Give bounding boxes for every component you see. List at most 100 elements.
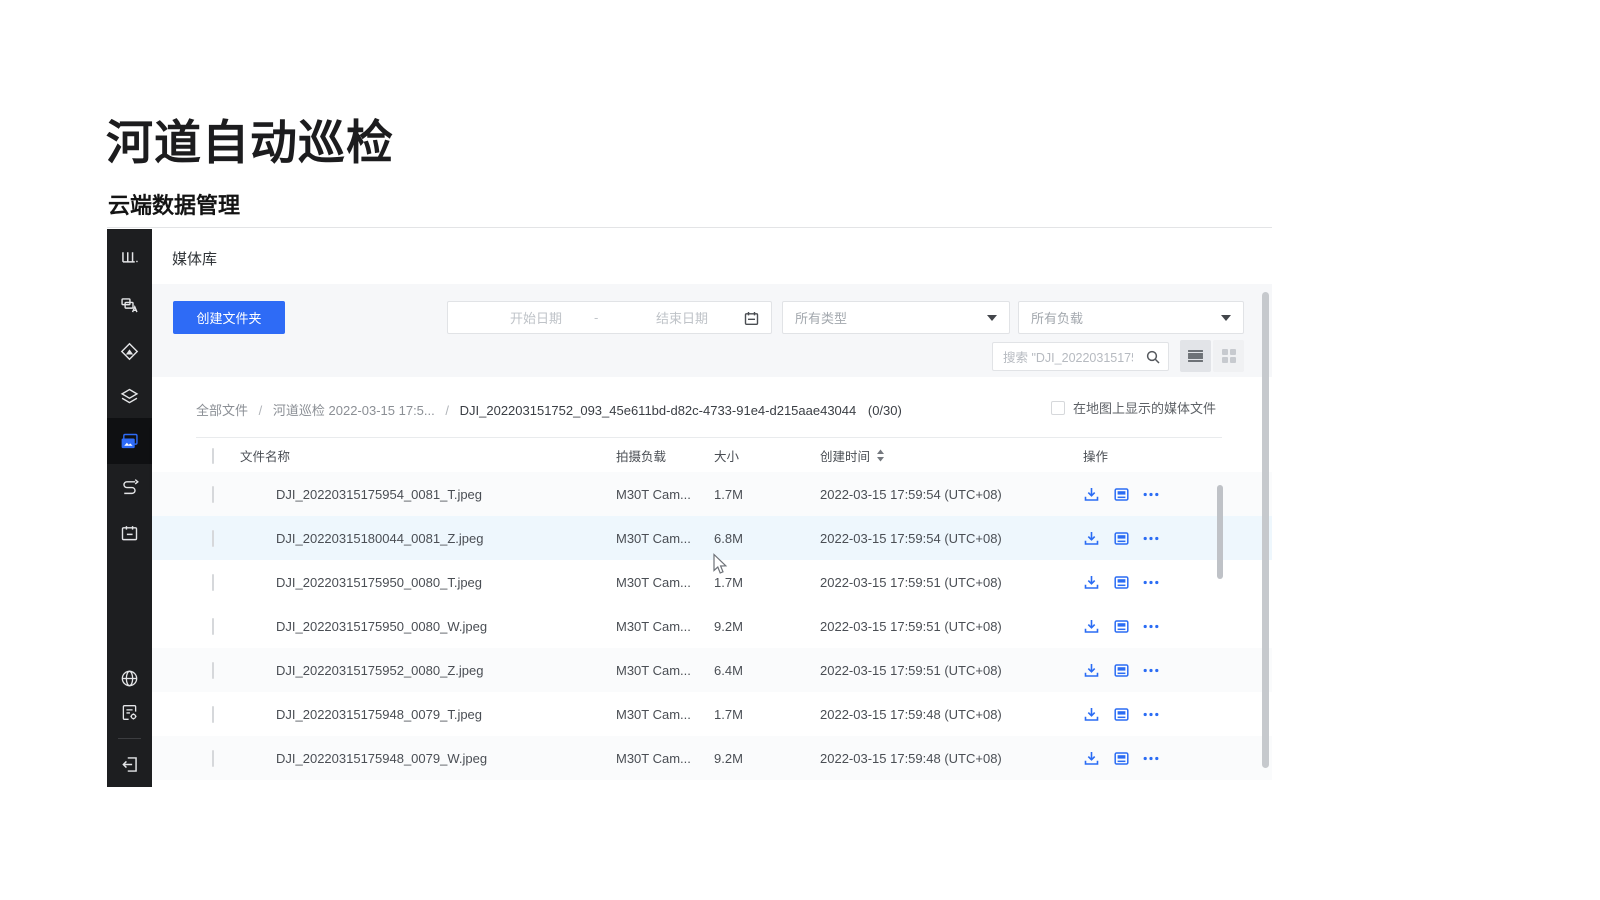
table-scrollbar-thumb[interactable] (1217, 485, 1223, 579)
sidebar-item-workspace[interactable] (107, 234, 152, 280)
search-input[interactable]: 搜索 "DJI_20220315175... (992, 342, 1169, 371)
row-checkbox[interactable] (212, 706, 214, 723)
map-media-icon (1113, 574, 1130, 591)
row-checkbox[interactable] (212, 750, 214, 767)
table-row[interactable]: DJI_20220315175948_0079_T.jpeg M30T Cam.… (152, 692, 1272, 736)
map-filter-label: 在地图上显示的媒体文件 (1073, 398, 1216, 417)
file-created: 2022-03-15 17:59:51 (UTC+08) (820, 663, 1068, 678)
more-actions-button[interactable] (1143, 580, 1159, 585)
create-folder-button[interactable]: 创建文件夹 (173, 301, 285, 334)
payload-filter-select[interactable]: 所有负载 (1018, 301, 1244, 334)
file-created: 2022-03-15 17:59:54 (UTC+08) (820, 531, 1068, 546)
date-separator: - (594, 310, 598, 325)
show-on-map-button[interactable] (1113, 706, 1130, 723)
more-actions-button[interactable] (1143, 536, 1159, 541)
file-created: 2022-03-15 17:59:51 (UTC+08) (820, 575, 1068, 590)
download-icon (1083, 618, 1100, 635)
table-row[interactable]: DJI_20220315175952_0080_Z.jpeg M30T Cam.… (152, 648, 1272, 692)
download-icon (1083, 662, 1100, 679)
download-button[interactable] (1083, 662, 1100, 679)
select-all-checkbox[interactable] (212, 448, 214, 464)
file-name: DJI_20220315175952_0080_Z.jpeg (276, 663, 616, 678)
map-media-icon (1113, 530, 1130, 547)
row-checkbox[interactable] (212, 530, 214, 547)
search-placeholder: 搜索 "DJI_20220315175... (993, 347, 1133, 366)
sidebar-item-layers[interactable] (107, 373, 152, 419)
view-toggle-group (1180, 340, 1244, 372)
logout-icon (119, 754, 140, 775)
table-row[interactable]: DJI_20220315175954_0081_T.jpeg M30T Cam.… (152, 472, 1272, 516)
table-row[interactable]: DJI_20220315175948_0079_W.jpeg M30T Cam.… (152, 736, 1272, 780)
show-on-map-button[interactable] (1113, 530, 1130, 547)
show-on-map-button[interactable] (1113, 574, 1130, 591)
download-button[interactable] (1083, 706, 1100, 723)
grid-view-icon (1222, 349, 1236, 363)
more-actions-button[interactable] (1143, 492, 1159, 497)
list-view-icon (1188, 350, 1203, 362)
more-actions-button[interactable] (1143, 712, 1159, 717)
download-button[interactable] (1083, 574, 1100, 591)
map-media-icon (1113, 618, 1130, 635)
ellipsis-icon (1143, 756, 1159, 761)
more-actions-button[interactable] (1143, 668, 1159, 673)
grid-view-button[interactable] (1213, 340, 1244, 372)
table-row[interactable]: DJI_20220315175950_0080_W.jpeg M30T Cam.… (152, 604, 1272, 648)
row-checkbox[interactable] (212, 574, 214, 591)
show-on-map-button[interactable] (1113, 662, 1130, 679)
map-media-icon (1113, 706, 1130, 723)
download-button[interactable] (1083, 530, 1100, 547)
list-view-button[interactable] (1180, 340, 1211, 372)
map-marker-icon (119, 341, 140, 362)
file-payload: M30T Cam... (616, 487, 714, 502)
file-size: 6.8M (714, 531, 820, 546)
filter-toolbar: 创建文件夹 开始日期 - 结束日期 所有类型 所有负载 (152, 284, 1272, 377)
map-filter-checkbox[interactable] (1051, 401, 1065, 415)
sidebar-item-logout[interactable] (107, 741, 152, 787)
download-icon (1083, 574, 1100, 591)
sidebar-divider (118, 738, 141, 739)
download-button[interactable] (1083, 486, 1100, 503)
column-header-payload[interactable]: 拍摄负载 (616, 446, 714, 465)
sidebar-item-devices[interactable] (107, 282, 152, 328)
show-on-map-button[interactable] (1113, 486, 1130, 503)
breadcrumb-root[interactable]: 全部文件 (196, 403, 248, 418)
map-filter-option: 在地图上显示的媒体文件 (1051, 398, 1216, 417)
column-header-name[interactable]: 文件名称 (240, 446, 616, 465)
sidebar-item-route[interactable] (107, 464, 152, 510)
table-header: 文件名称 拍摄负载 大小 创建时间 操作 (152, 439, 1272, 472)
row-checkbox[interactable] (212, 662, 214, 679)
download-button[interactable] (1083, 750, 1100, 767)
breadcrumb: 全部文件 / 河道巡检 2022-03-15 17:5... / DJI_202… (196, 400, 902, 419)
sidebar-item-system-report[interactable] (107, 689, 152, 735)
calendar-icon (743, 310, 760, 330)
type-filter-select[interactable]: 所有类型 (782, 301, 1010, 334)
show-on-map-button[interactable] (1113, 618, 1130, 635)
sidebar-item-media-library[interactable] (107, 418, 152, 464)
file-name: DJI_20220315175954_0081_T.jpeg (276, 487, 616, 502)
file-created: 2022-03-15 17:59:48 (UTC+08) (820, 751, 1068, 766)
search-icon[interactable] (1145, 349, 1161, 368)
file-created: 2022-03-15 17:59:54 (UTC+08) (820, 487, 1068, 502)
show-on-map-button[interactable] (1113, 750, 1130, 767)
row-checkbox[interactable] (212, 618, 214, 635)
more-actions-button[interactable] (1143, 624, 1159, 629)
breadcrumb-folder[interactable]: 河道巡检 2022-03-15 17:5... (273, 403, 435, 418)
download-icon (1083, 530, 1100, 547)
sort-icon[interactable] (876, 449, 885, 462)
page-scrollbar-thumb[interactable] (1262, 292, 1269, 768)
column-header-actions: 操作 (1068, 446, 1272, 465)
sidebar-item-map-marker[interactable] (107, 328, 152, 374)
more-actions-button[interactable] (1143, 756, 1159, 761)
download-button[interactable] (1083, 618, 1100, 635)
type-filter-value: 所有类型 (795, 308, 847, 327)
column-header-size[interactable]: 大小 (714, 446, 820, 465)
chevron-down-icon (1221, 315, 1231, 321)
sidebar-item-schedule[interactable] (107, 510, 152, 556)
route-icon (119, 477, 140, 498)
row-checkbox[interactable] (212, 486, 214, 503)
app-header: 媒体库 (152, 229, 1272, 284)
date-range-input[interactable]: 开始日期 - 结束日期 (447, 301, 772, 334)
file-payload: M30T Cam... (616, 707, 714, 722)
breadcrumb-separator: / (259, 403, 263, 418)
column-header-created[interactable]: 创建时间 (820, 446, 870, 465)
